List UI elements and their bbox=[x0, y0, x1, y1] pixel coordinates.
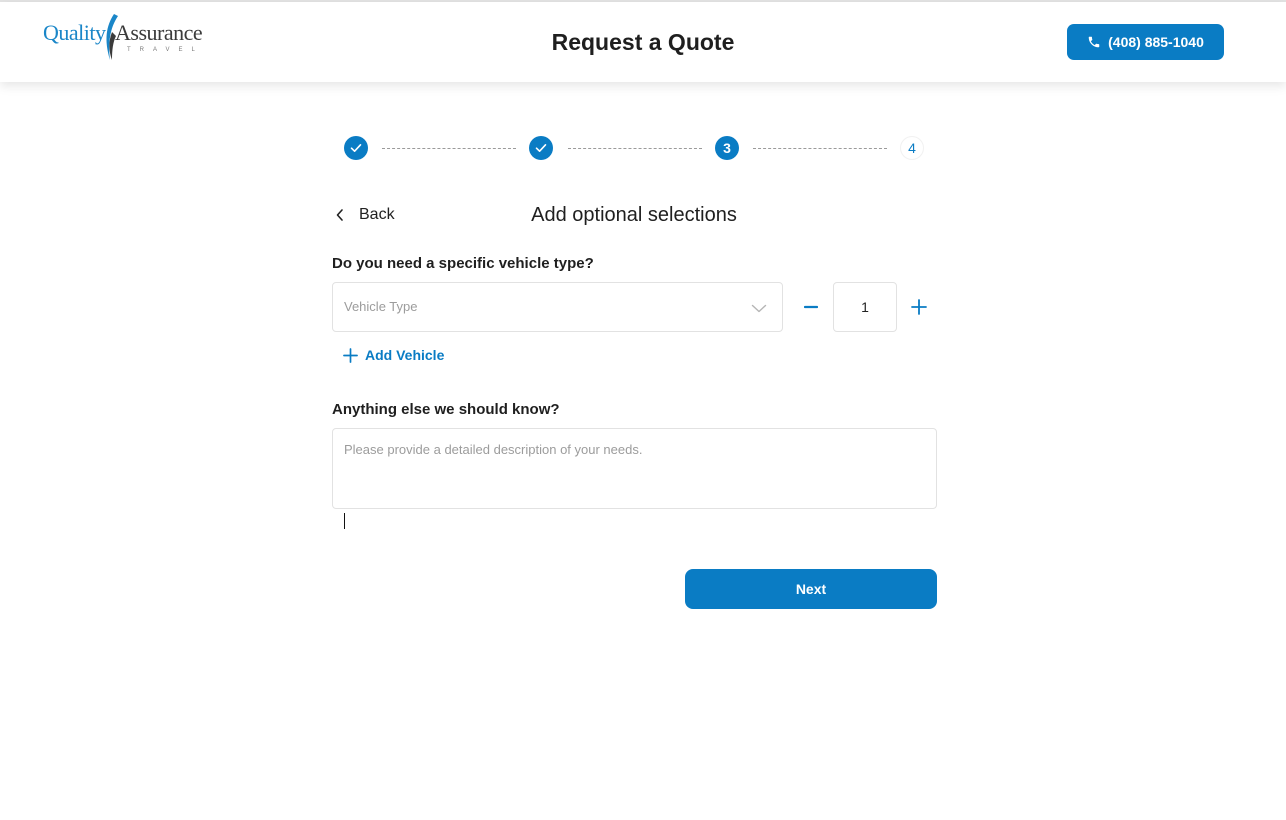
next-button[interactable]: Next bbox=[685, 569, 937, 609]
notes-placeholder: Please provide a detailed description of… bbox=[344, 442, 643, 457]
notes-question: Anything else we should know? bbox=[332, 401, 560, 418]
vehicle-type-select[interactable]: Vehicle Type bbox=[332, 282, 783, 332]
minus-icon bbox=[804, 305, 818, 309]
step-connector bbox=[568, 148, 702, 149]
section-title: Add optional selections bbox=[531, 204, 737, 226]
step-3-current: 3 bbox=[715, 136, 739, 160]
phone-number-label: (408) 885-1040 bbox=[1108, 34, 1204, 50]
vehicle-quantity-input[interactable] bbox=[833, 282, 897, 332]
text-cursor bbox=[344, 513, 345, 529]
step-1-complete bbox=[344, 136, 368, 160]
step-2-complete bbox=[529, 136, 553, 160]
plus-icon bbox=[911, 299, 927, 315]
decrease-quantity-button[interactable] bbox=[797, 292, 825, 322]
checkmark-icon bbox=[535, 144, 547, 152]
vehicle-type-question: Do you need a specific vehicle type? bbox=[332, 255, 594, 272]
step-connector bbox=[382, 148, 516, 149]
call-phone-button[interactable]: (408) 885-1040 bbox=[1067, 24, 1224, 60]
increase-quantity-button[interactable] bbox=[905, 292, 933, 322]
add-vehicle-label: Add Vehicle bbox=[365, 347, 445, 363]
checkmark-icon bbox=[350, 144, 362, 152]
site-header: Quality Assurance TRAVEL Request a Quote… bbox=[0, 2, 1286, 82]
add-vehicle-button[interactable]: Add Vehicle bbox=[343, 347, 444, 363]
phone-icon bbox=[1088, 36, 1100, 48]
vehicle-type-placeholder: Vehicle Type bbox=[344, 299, 418, 314]
step-connector bbox=[753, 148, 887, 149]
notes-textarea[interactable]: Please provide a detailed description of… bbox=[332, 428, 937, 509]
chevron-down-icon bbox=[751, 304, 767, 313]
plus-icon bbox=[343, 347, 358, 363]
step-4-pending: 4 bbox=[900, 136, 924, 160]
